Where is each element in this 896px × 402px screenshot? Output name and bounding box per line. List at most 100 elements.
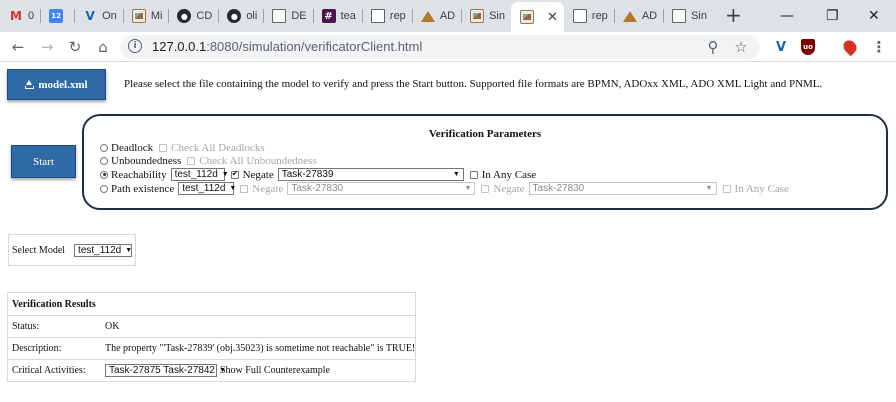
path-task1-select[interactable]: Task-27830 ▼: [287, 182, 476, 195]
start-button[interactable]: Start: [11, 145, 76, 178]
new-tab-icon[interactable]: +: [725, 0, 742, 32]
path-negate2-label: Negate: [493, 182, 525, 195]
zoom-icon[interactable]: ⚲: [702, 36, 724, 58]
path-negate1-label: Negate: [252, 182, 284, 195]
browser-tab[interactable]: Mi: [122, 0, 169, 32]
reachability-task-select[interactable]: Task-27839 ▼: [277, 168, 464, 181]
deadlock-radio[interactable]: [100, 143, 108, 152]
window-close-icon[interactable]: ✕: [868, 0, 880, 32]
path-any-case-label: In Any Case: [734, 182, 789, 195]
status-key: Status:: [12, 321, 40, 332]
minimize-icon[interactable]: —: [780, 0, 794, 32]
reachability-radio[interactable]: [100, 170, 108, 179]
document-icon: [272, 9, 287, 23]
description-key: Description:: [12, 343, 62, 354]
browser-tab[interactable]: M0: [0, 0, 40, 32]
chevron-down-icon: ▼: [229, 185, 237, 192]
browser-tab[interactable]: DE: [263, 0, 312, 32]
reachability-any-case-checkbox[interactable]: [469, 170, 478, 179]
back-arrow-icon[interactable]: ←: [7, 36, 29, 58]
select-model-box: Select Model test_112d ▼: [8, 234, 136, 266]
tab-strip: M0 12 V On Mi ● CD ● oli DE # tea rep AD Sin…: [0, 0, 896, 32]
adonis-icon: [623, 9, 637, 23]
unboundedness-radio[interactable]: [100, 156, 108, 165]
calendar-icon: 12: [49, 9, 64, 23]
check-all-unboundedness-label: Check All Unboundedness: [199, 154, 317, 167]
results-header-row: Verification Results: [8, 293, 415, 315]
verification-parameters-panel: Verification Parameters Deadlock Check A…: [82, 114, 888, 210]
browser-tab[interactable]: Sin: [461, 0, 511, 32]
model-upload-button[interactable]: model.xml: [7, 69, 106, 100]
adonis-icon: [421, 9, 435, 23]
document-icon: [572, 9, 587, 23]
path-negate1-checkbox[interactable]: [240, 184, 249, 193]
path-task2-select[interactable]: Task-27830 ▼: [528, 182, 717, 195]
browser-toolbar: ← → ↻ ⌂ i 127.0.0.1:8080/simulation/veri…: [0, 32, 896, 62]
chevron-down-icon: ▼: [705, 185, 713, 192]
ublock-icon[interactable]: uo: [797, 36, 819, 58]
browser-tab[interactable]: # tea: [312, 0, 362, 32]
url-text[interactable]: 127.0.0.1:8080/simulation/verificatorCli…: [152, 39, 422, 54]
bookmark-star-icon[interactable]: ☆: [730, 36, 752, 58]
deadlock-row: Deadlock Check All Deadlocks: [100, 141, 265, 154]
browser-tab[interactable]: 12: [40, 0, 74, 32]
close-icon[interactable]: ✕: [547, 10, 558, 25]
deadlock-label: Deadlock: [111, 141, 154, 154]
slack-icon: #: [321, 9, 336, 23]
description-value: The property "'Task-27839' (obj.35023) i…: [105, 343, 416, 354]
browser-tab-active[interactable]: ✕: [511, 2, 564, 32]
github-icon: ●: [227, 9, 242, 23]
select-model-dropdown[interactable]: test_112d ▼: [74, 243, 133, 257]
unboundedness-label: Unboundedness: [111, 154, 182, 167]
upload-icon: [25, 80, 35, 89]
forward-arrow-icon[interactable]: →: [36, 36, 58, 58]
home-icon[interactable]: ⌂: [92, 36, 114, 58]
menu-dots-icon[interactable]: ⋮: [868, 36, 890, 58]
select-model-label: Select Model: [12, 244, 66, 256]
check-all-deadlocks-checkbox[interactable]: [159, 143, 168, 152]
extension-v-icon[interactable]: V: [770, 36, 792, 58]
path-existence-row: Path existence test_112d ▼ Negate Task-27…: [100, 182, 789, 195]
path-existence-radio[interactable]: [100, 184, 108, 193]
info-icon[interactable]: i: [128, 39, 142, 53]
results-title: Verification Results: [12, 298, 96, 310]
reachability-row: Reachability test_112d▼ Negate Task-2783…: [100, 168, 536, 181]
document-icon: [672, 9, 687, 23]
status-value: OK: [105, 321, 120, 332]
check-all-unboundedness-checkbox[interactable]: [187, 156, 196, 165]
address-bar[interactable]: i 127.0.0.1:8080/simulation/verificatorC…: [120, 35, 760, 59]
browser-tab[interactable]: rep: [564, 0, 614, 32]
reachability-label: Reachability: [111, 168, 167, 181]
critical-activities-select[interactable]: Task-27875 Task-27842 ▼: [105, 364, 226, 377]
path-any-case-checkbox[interactable]: [722, 184, 731, 193]
browser-tab[interactable]: AD: [613, 0, 663, 32]
image-icon: [470, 9, 485, 23]
chevron-down-icon: ▼: [464, 185, 472, 192]
table-row: Status: OK: [8, 315, 415, 337]
check-all-deadlocks-label: Check All Deadlocks: [171, 141, 265, 154]
chevron-down-icon: ▼: [125, 246, 133, 254]
browser-tab[interactable]: ● oli: [218, 0, 263, 32]
browser-tab[interactable]: Sin: [663, 0, 713, 32]
intro-text: Please select the file containing the mo…: [124, 78, 823, 90]
table-row: Description: The property "'Task-27839' …: [8, 337, 415, 359]
reachability-any-case-label: In Any Case: [481, 168, 537, 181]
document-icon: [370, 9, 385, 23]
show-full-counterexample-link[interactable]: Show Full Counterexample: [220, 365, 330, 376]
path-model-select[interactable]: test_112d ▼: [178, 182, 237, 195]
reload-icon[interactable]: ↻: [64, 36, 86, 58]
path-existence-label: Path existence: [111, 182, 175, 195]
restore-icon[interactable]: ❐: [826, 0, 839, 32]
map-pin-icon[interactable]: [839, 36, 861, 58]
chevron-down-icon: ▼: [452, 171, 460, 178]
reachability-model-select[interactable]: test_112d ▼: [170, 168, 229, 181]
browser-tab[interactable]: ● CD: [168, 0, 218, 32]
path-negate2-checkbox[interactable]: [481, 184, 490, 193]
browser-tab[interactable]: V On: [74, 0, 123, 32]
browser-tab[interactable]: rep: [361, 0, 412, 32]
table-row: Critical Activities: Task-27875 Task-278…: [8, 359, 415, 381]
verification-results-table: Verification Results Status: OK Descript…: [7, 292, 416, 382]
reachability-negate-checkbox[interactable]: [230, 169, 239, 179]
browser-tab[interactable]: AD: [411, 0, 461, 32]
github-icon: ●: [177, 9, 192, 23]
